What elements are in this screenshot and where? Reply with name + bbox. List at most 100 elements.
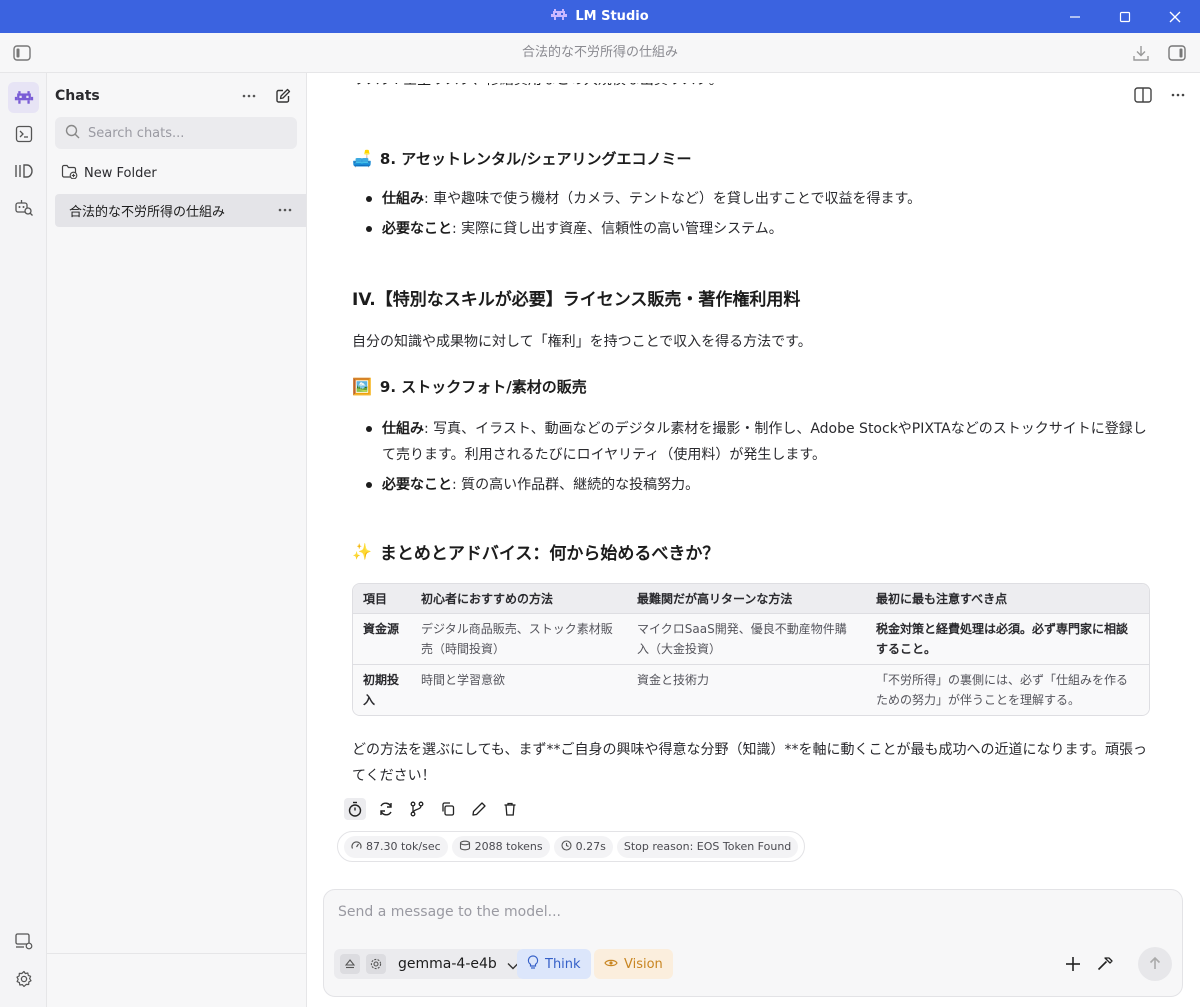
top-toolbar: 合法的な不労所得の仕組み	[0, 33, 1200, 73]
section-9-heading: 🖼️ 9. ストックフォト/素材の販売	[352, 376, 587, 397]
chat-item-more-icon[interactable]	[278, 200, 292, 224]
vision-toggle[interactable]: Vision	[594, 949, 673, 979]
sidebar-title: Chats	[55, 88, 100, 104]
table-cell: 資金源	[353, 614, 411, 665]
message-actions	[344, 798, 521, 820]
chats-sidebar: Chats New Folder 合法的な不労所得の仕組み	[47, 73, 307, 1007]
list-item: 仕組み: 車や趣味で使う機材（カメラ、テントなど）を貸し出すことで収益を得ます。	[366, 186, 1150, 212]
eject-icon[interactable]	[340, 954, 360, 974]
column-header: 最初に最も注意すべき点	[866, 584, 1149, 614]
chat-item-title: 合法的な不労所得の仕組み	[69, 205, 226, 220]
section-9-title: 9. ストックフォト/素材の販売	[379, 378, 587, 396]
sidebar-divider	[47, 953, 307, 954]
discover-icon[interactable]	[8, 192, 39, 223]
chat-main: リスク: 空室リスク、修繕費用などの大規模な出費リスク。 🛋️ 8. アセットレ…	[307, 73, 1200, 1007]
time-value: 0.27s	[575, 840, 606, 853]
copy-icon[interactable]	[437, 798, 459, 820]
more-options-icon[interactable]	[239, 86, 259, 106]
regenerate-icon[interactable]	[375, 798, 397, 820]
section-9-list: 仕組み: 写真、イラスト、動画などのデジタル素材を撮影・制作し、Adobe St…	[366, 416, 1150, 498]
minimize-button[interactable]	[1050, 0, 1100, 33]
clock-icon	[561, 839, 572, 854]
table-row: 初期投入 時間と学習意欲 資金と技術力 「不労所得」の裏側には、必ず「仕組みを作…	[353, 665, 1149, 715]
branch-icon[interactable]	[406, 798, 428, 820]
title-bar: LM Studio	[0, 0, 1200, 33]
send-button[interactable]	[1138, 947, 1172, 981]
list-item: 仕組み: 写真、イラスト、動画などのデジタル素材を撮影・制作し、Adobe St…	[366, 416, 1150, 468]
eye-icon	[604, 957, 618, 972]
timer-icon[interactable]	[344, 798, 366, 820]
gauge-icon	[351, 840, 362, 854]
models-icon[interactable]	[8, 155, 39, 186]
closing-paragraph: どの方法を選ぶにしても、まず**ご自身の興味や得意な分野（知識）**を軸に動くこ…	[352, 742, 1148, 784]
column-header: 初心者におすすめの方法	[411, 584, 627, 614]
chat-nav-icon[interactable]	[8, 82, 39, 113]
column-header: 項目	[353, 584, 411, 614]
delete-trash-icon[interactable]	[499, 798, 521, 820]
model-settings-icon[interactable]	[366, 954, 386, 974]
coins-icon	[459, 840, 471, 854]
table-cell: 時間と学習意欲	[411, 665, 627, 715]
lightbulb-icon	[527, 955, 539, 973]
stop-reason-stat: Stop reason: EOS Token Found	[616, 835, 799, 858]
window-title: LM Studio	[575, 9, 649, 24]
think-label: Think	[545, 956, 581, 972]
summary-heading: ✨ まとめとアドバイス：何から始めるべきか？	[352, 539, 719, 564]
new-folder-button[interactable]: New Folder	[61, 163, 157, 183]
speed-value: 87.30 tok/sec	[366, 840, 441, 853]
close-button[interactable]	[1150, 0, 1200, 33]
app-title: LM Studio	[551, 8, 649, 26]
sparkles-icon: ✨	[352, 542, 372, 561]
generation-stats: 87.30 tok/sec 2088 tokens 0.27s Stop rea…	[337, 831, 806, 862]
main-more-icon[interactable]	[1168, 85, 1188, 105]
section-iv-intro: 自分の知識や成果物に対して「権利」を持つことで収入を得る方法です。	[352, 334, 812, 350]
right-panel-toggle-icon[interactable]	[1167, 43, 1187, 63]
add-attachment-icon[interactable]	[1061, 952, 1085, 976]
new-folder-label: New Folder	[84, 165, 157, 181]
table-cell: 税金対策と経費処理は必須。必ず専門家に相談すること。	[866, 614, 1149, 665]
chat-title: 合法的な不労所得の仕組み	[521, 45, 678, 60]
speed-stat: 87.30 tok/sec	[344, 835, 448, 858]
time-stat: 0.27s	[553, 835, 613, 858]
app-logo-icon	[551, 8, 568, 26]
tools-hammer-icon[interactable]	[1093, 952, 1117, 976]
developer-icon[interactable]	[8, 925, 39, 956]
nav-rail	[0, 73, 47, 1007]
think-toggle[interactable]: Think	[517, 949, 591, 979]
split-view-icon[interactable]	[1133, 85, 1153, 105]
search-icon	[65, 124, 80, 143]
sidebar-header: Chats	[55, 85, 299, 107]
column-header: 最難関だが高リターンな方法	[627, 584, 866, 614]
table-cell: 初期投入	[353, 665, 411, 715]
table-row: 資金源 デジタル商品販売、ストック素材販売（時間投資） マイクロSaaS開発、優…	[353, 614, 1149, 665]
model-selector[interactable]: gemma-4-e4b	[334, 949, 525, 979]
arrow-up-icon	[1148, 955, 1162, 974]
vision-label: Vision	[624, 956, 663, 972]
maximize-button[interactable]	[1100, 0, 1150, 33]
section-8-title: 8. アセットレンタル/シェアリングエコノミー	[379, 150, 692, 168]
tokens-stat: 2088 tokens	[451, 835, 550, 858]
settings-gear-icon[interactable]	[8, 963, 39, 994]
truncated-line: リスク: 空室リスク、修繕費用などの大規模な出費リスク。	[352, 73, 723, 88]
table-cell: マイクロSaaS開発、優良不動産物件購入（大金投資）	[627, 614, 866, 665]
new-chat-icon[interactable]	[273, 86, 293, 106]
picture-icon: 🖼️	[352, 377, 372, 396]
list-item: 必要なこと: 質の高い作品群、継続的な投稿努力。	[366, 472, 1150, 498]
tokens-value: 2088 tokens	[474, 840, 543, 853]
table-header-row: 項目 初心者におすすめの方法 最難関だが高リターンな方法 最初に最も注意すべき点	[353, 584, 1149, 614]
section-8-heading: 🛋️ 8. アセットレンタル/シェアリングエコノミー	[352, 148, 691, 169]
download-icon[interactable]	[1131, 43, 1151, 63]
summary-table: 項目 初心者におすすめの方法 最難関だが高リターンな方法 最初に最も注意すべき点…	[352, 583, 1150, 716]
table-cell: デジタル商品販売、ストック素材販売（時間投資）	[411, 614, 627, 665]
message-input[interactable]	[338, 904, 1158, 928]
list-item: 必要なこと: 実際に貸し出す資産、信頼性の高い管理システム。	[366, 216, 1150, 242]
search-box[interactable]	[55, 117, 297, 149]
edit-pencil-icon[interactable]	[468, 798, 490, 820]
message-composer: gemma-4-e4b Think Vision	[323, 889, 1183, 997]
search-input[interactable]	[88, 125, 278, 141]
chat-list-item[interactable]: 合法的な不労所得の仕組み	[55, 194, 306, 227]
summary-title: まとめとアドバイス：何から始めるべきか？	[379, 544, 720, 564]
terminal-icon[interactable]	[8, 118, 39, 149]
folder-plus-icon	[61, 164, 78, 183]
section-iv-heading: IV.【特別なスキルが必要】ライセンス販売・著作権利用料	[352, 290, 801, 310]
